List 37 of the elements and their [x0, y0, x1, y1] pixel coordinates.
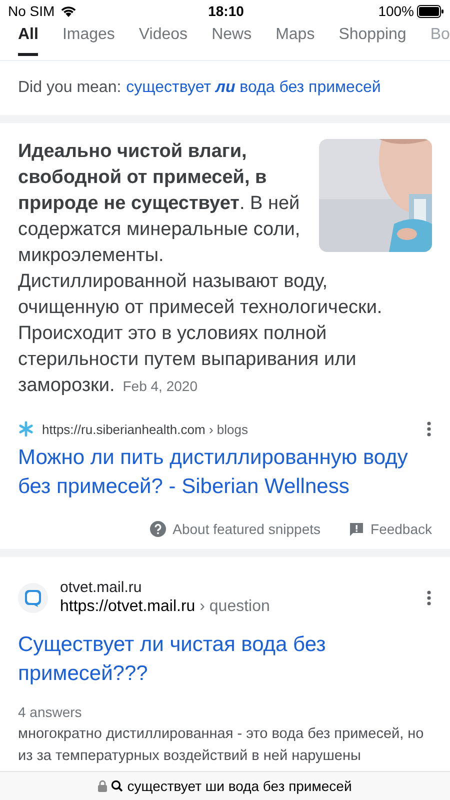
- help-icon: [150, 521, 166, 537]
- battery-percent: 100%: [378, 3, 414, 19]
- search-tab[interactable]: Videos: [138, 24, 188, 56]
- clock-time: 18:10: [208, 3, 244, 19]
- search-tab[interactable]: Shopping: [338, 24, 406, 56]
- source-url: https://ru.siberianhealth.com: [42, 422, 206, 436]
- did-you-mean-label: Did you mean:: [18, 79, 122, 97]
- search-tab[interactable]: All: [18, 24, 38, 56]
- snippet-text: Идеально чистой влаги, свободной от примесей, в природе не существует. В ней содержатся минеральные соли, микроэлементы.: [18, 140, 302, 268]
- feedback-icon: [348, 522, 364, 536]
- source-path: › blogs: [208, 422, 248, 436]
- answers-count: 4 answers: [18, 704, 83, 720]
- search-tab[interactable]: Bo: [430, 24, 450, 56]
- about-snippets-link[interactable]: About featured snippets: [150, 521, 321, 537]
- feedback-link[interactable]: Feedback: [348, 521, 432, 537]
- battery-icon: [417, 4, 444, 18]
- search-icon: [111, 780, 124, 792]
- result-title-link[interactable]: Можно ли пить дистиллированную воду без примесей? - Siberian Wellness: [18, 443, 432, 501]
- more-options-icon[interactable]: [426, 590, 432, 606]
- snippet-text: Дистиллированной называют воду, очищенную от примесей технологически.: [18, 270, 384, 320]
- question-bubble-icon: [24, 588, 42, 606]
- result-title-link[interactable]: Существует ли чистая вода без примесей???: [18, 630, 432, 688]
- search-tab[interactable]: Images: [62, 24, 115, 56]
- search-tab[interactable]: Maps: [276, 24, 315, 56]
- result-url: https://otvet.mail.ru: [60, 598, 196, 615]
- suggestion-link[interactable]: существует ли вода без примесей: [126, 79, 381, 97]
- more-options-icon[interactable]: [426, 421, 432, 437]
- snippet-date: Feb 4, 2020: [122, 377, 198, 396]
- snowflake-icon: [18, 421, 34, 437]
- result-path: › question: [200, 598, 270, 615]
- search-tab[interactable]: News: [212, 24, 252, 56]
- carrier-label: No SIM: [8, 3, 55, 19]
- snippet-text: заморозки.: [18, 374, 115, 398]
- site-name: otvet.mail.ru: [60, 579, 143, 596]
- lock-icon: [98, 780, 108, 792]
- wifi-icon: [60, 5, 77, 17]
- result-snippet: многократно дистиллированная - это вода без примесей, но из за температурных воздействий в ней нарушены: [18, 725, 425, 766]
